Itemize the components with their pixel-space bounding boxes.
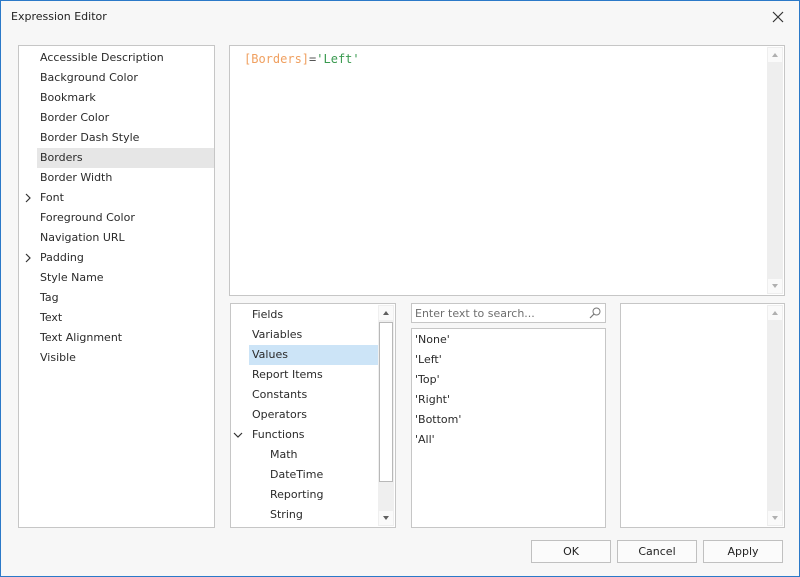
property-label: Accessible Description xyxy=(40,51,164,64)
value-item[interactable]: 'Top' xyxy=(415,370,605,390)
category-label: Math xyxy=(270,448,298,461)
category-scrollbar[interactable] xyxy=(378,305,394,526)
property-item[interactable]: Borders xyxy=(37,148,214,168)
expression-field-token: [Borders] xyxy=(244,52,310,66)
value-item[interactable]: 'Bottom' xyxy=(415,410,605,430)
category-item[interactable]: String xyxy=(267,505,378,525)
property-label: Foreground Color xyxy=(40,211,135,224)
category-label: Fields xyxy=(252,308,284,321)
property-label: Bookmark xyxy=(40,91,96,104)
value-item[interactable]: 'All' xyxy=(415,430,605,450)
property-item[interactable]: Style Name xyxy=(37,268,214,288)
scroll-up-button[interactable] xyxy=(768,306,782,320)
category-item[interactable]: Reporting xyxy=(267,485,378,505)
property-label: Style Name xyxy=(40,271,104,284)
description-scrollbar[interactable] xyxy=(767,305,783,526)
search-input[interactable] xyxy=(415,305,585,321)
category-item[interactable]: Constants xyxy=(249,385,378,405)
window-title: Expression Editor xyxy=(11,10,107,23)
close-icon xyxy=(772,11,784,23)
category-item[interactable]: DateTime xyxy=(267,465,378,485)
arrow-up-icon xyxy=(772,53,778,57)
property-item[interactable]: Foreground Color xyxy=(37,208,214,228)
value-item[interactable]: 'Left' xyxy=(415,350,605,370)
property-label: Tag xyxy=(40,291,59,304)
category-label: Values xyxy=(252,348,288,361)
arrow-up-icon xyxy=(383,311,389,315)
property-item[interactable]: Text xyxy=(37,308,214,328)
property-item[interactable]: Visible xyxy=(37,348,214,368)
value-item[interactable]: 'Right' xyxy=(415,390,605,410)
category-tree[interactable]: String Reporting DateTime Math Functions Oper… xyxy=(230,303,396,528)
property-label: Borders xyxy=(40,151,83,164)
property-label: Font xyxy=(40,191,64,204)
category-item[interactable]: Report Items xyxy=(249,365,378,385)
title-bar: Expression Editor xyxy=(1,1,799,33)
property-item[interactable]: Background Color xyxy=(37,68,214,88)
category-label: Variables xyxy=(252,328,303,341)
editor-scrollbar[interactable] xyxy=(767,47,783,294)
property-item[interactable]: Bookmark xyxy=(37,88,214,108)
property-item[interactable]: Tag xyxy=(37,288,214,308)
chevron-down-icon[interactable] xyxy=(233,425,243,445)
scroll-down-button[interactable] xyxy=(379,511,393,525)
category-label: Operators xyxy=(252,408,307,421)
category-label: Constants xyxy=(252,388,308,401)
description-panel xyxy=(620,303,785,528)
property-label: Text xyxy=(40,311,63,324)
category-label: Functions xyxy=(252,428,305,441)
category-item[interactable]: Values xyxy=(249,345,378,365)
category-item[interactable]: Fields xyxy=(249,305,378,325)
arrow-down-icon xyxy=(383,516,389,520)
expression-string-token: 'Left' xyxy=(316,52,360,66)
property-label: Border Dash Style xyxy=(40,131,140,144)
property-item[interactable]: Border Color xyxy=(37,108,214,128)
value-item[interactable]: 'None' xyxy=(415,330,605,350)
property-item[interactable]: Padding xyxy=(25,248,214,268)
arrow-down-icon xyxy=(772,284,778,288)
chevron-right-icon[interactable] xyxy=(23,248,33,268)
property-label: Navigation URL xyxy=(40,231,125,244)
property-item[interactable]: Accessible Description xyxy=(37,48,214,68)
property-item[interactable]: Font xyxy=(25,188,214,208)
property-label: Text Alignment xyxy=(40,331,123,344)
category-item[interactable]: Variables xyxy=(249,325,378,345)
category-label: Report Items xyxy=(252,368,323,381)
expression-text[interactable]: [Borders]='Left' xyxy=(244,52,360,66)
expression-input[interactable]: [Borders]='Left' xyxy=(229,45,785,296)
property-list[interactable]: Accessible Description Background Color Bo… xyxy=(18,45,215,528)
arrow-down-icon xyxy=(772,516,778,520)
property-item[interactable]: Navigation URL xyxy=(37,228,214,248)
category-item[interactable]: Operators xyxy=(249,405,378,425)
scroll-up-button[interactable] xyxy=(768,48,782,62)
search-box[interactable] xyxy=(411,303,606,323)
category-item[interactable]: Math xyxy=(267,445,378,465)
category-label: String xyxy=(270,508,303,521)
category-label: DateTime xyxy=(270,468,324,481)
arrow-up-icon xyxy=(772,311,778,315)
cancel-button[interactable]: Cancel xyxy=(617,540,697,563)
expression-editor-window: Expression Editor Accessible Description… xyxy=(0,0,800,577)
close-button[interactable] xyxy=(767,7,789,27)
property-label: Visible xyxy=(40,351,76,364)
apply-button[interactable]: Apply xyxy=(703,540,783,563)
category-item[interactable]: Functions xyxy=(233,425,378,445)
search-icon[interactable] xyxy=(588,306,602,320)
property-label: Background Color xyxy=(40,71,138,84)
scroll-down-button[interactable] xyxy=(768,279,782,293)
chevron-right-icon[interactable] xyxy=(23,188,33,208)
property-item[interactable]: Text Alignment xyxy=(37,328,214,348)
category-label: Reporting xyxy=(270,488,324,501)
property-item[interactable]: Border Width xyxy=(37,168,214,188)
scroll-thumb[interactable] xyxy=(379,322,393,482)
property-label: Border Width xyxy=(40,171,113,184)
property-item[interactable]: Border Dash Style xyxy=(37,128,214,148)
values-list[interactable]: 'None' 'Left' 'Top' 'Right' 'Bottom' 'All' xyxy=(411,328,606,528)
scroll-down-button[interactable] xyxy=(768,511,782,525)
scroll-up-button[interactable] xyxy=(379,306,393,320)
property-label: Padding xyxy=(40,251,84,264)
property-label: Border Color xyxy=(40,111,110,124)
ok-button[interactable]: OK xyxy=(531,540,611,563)
